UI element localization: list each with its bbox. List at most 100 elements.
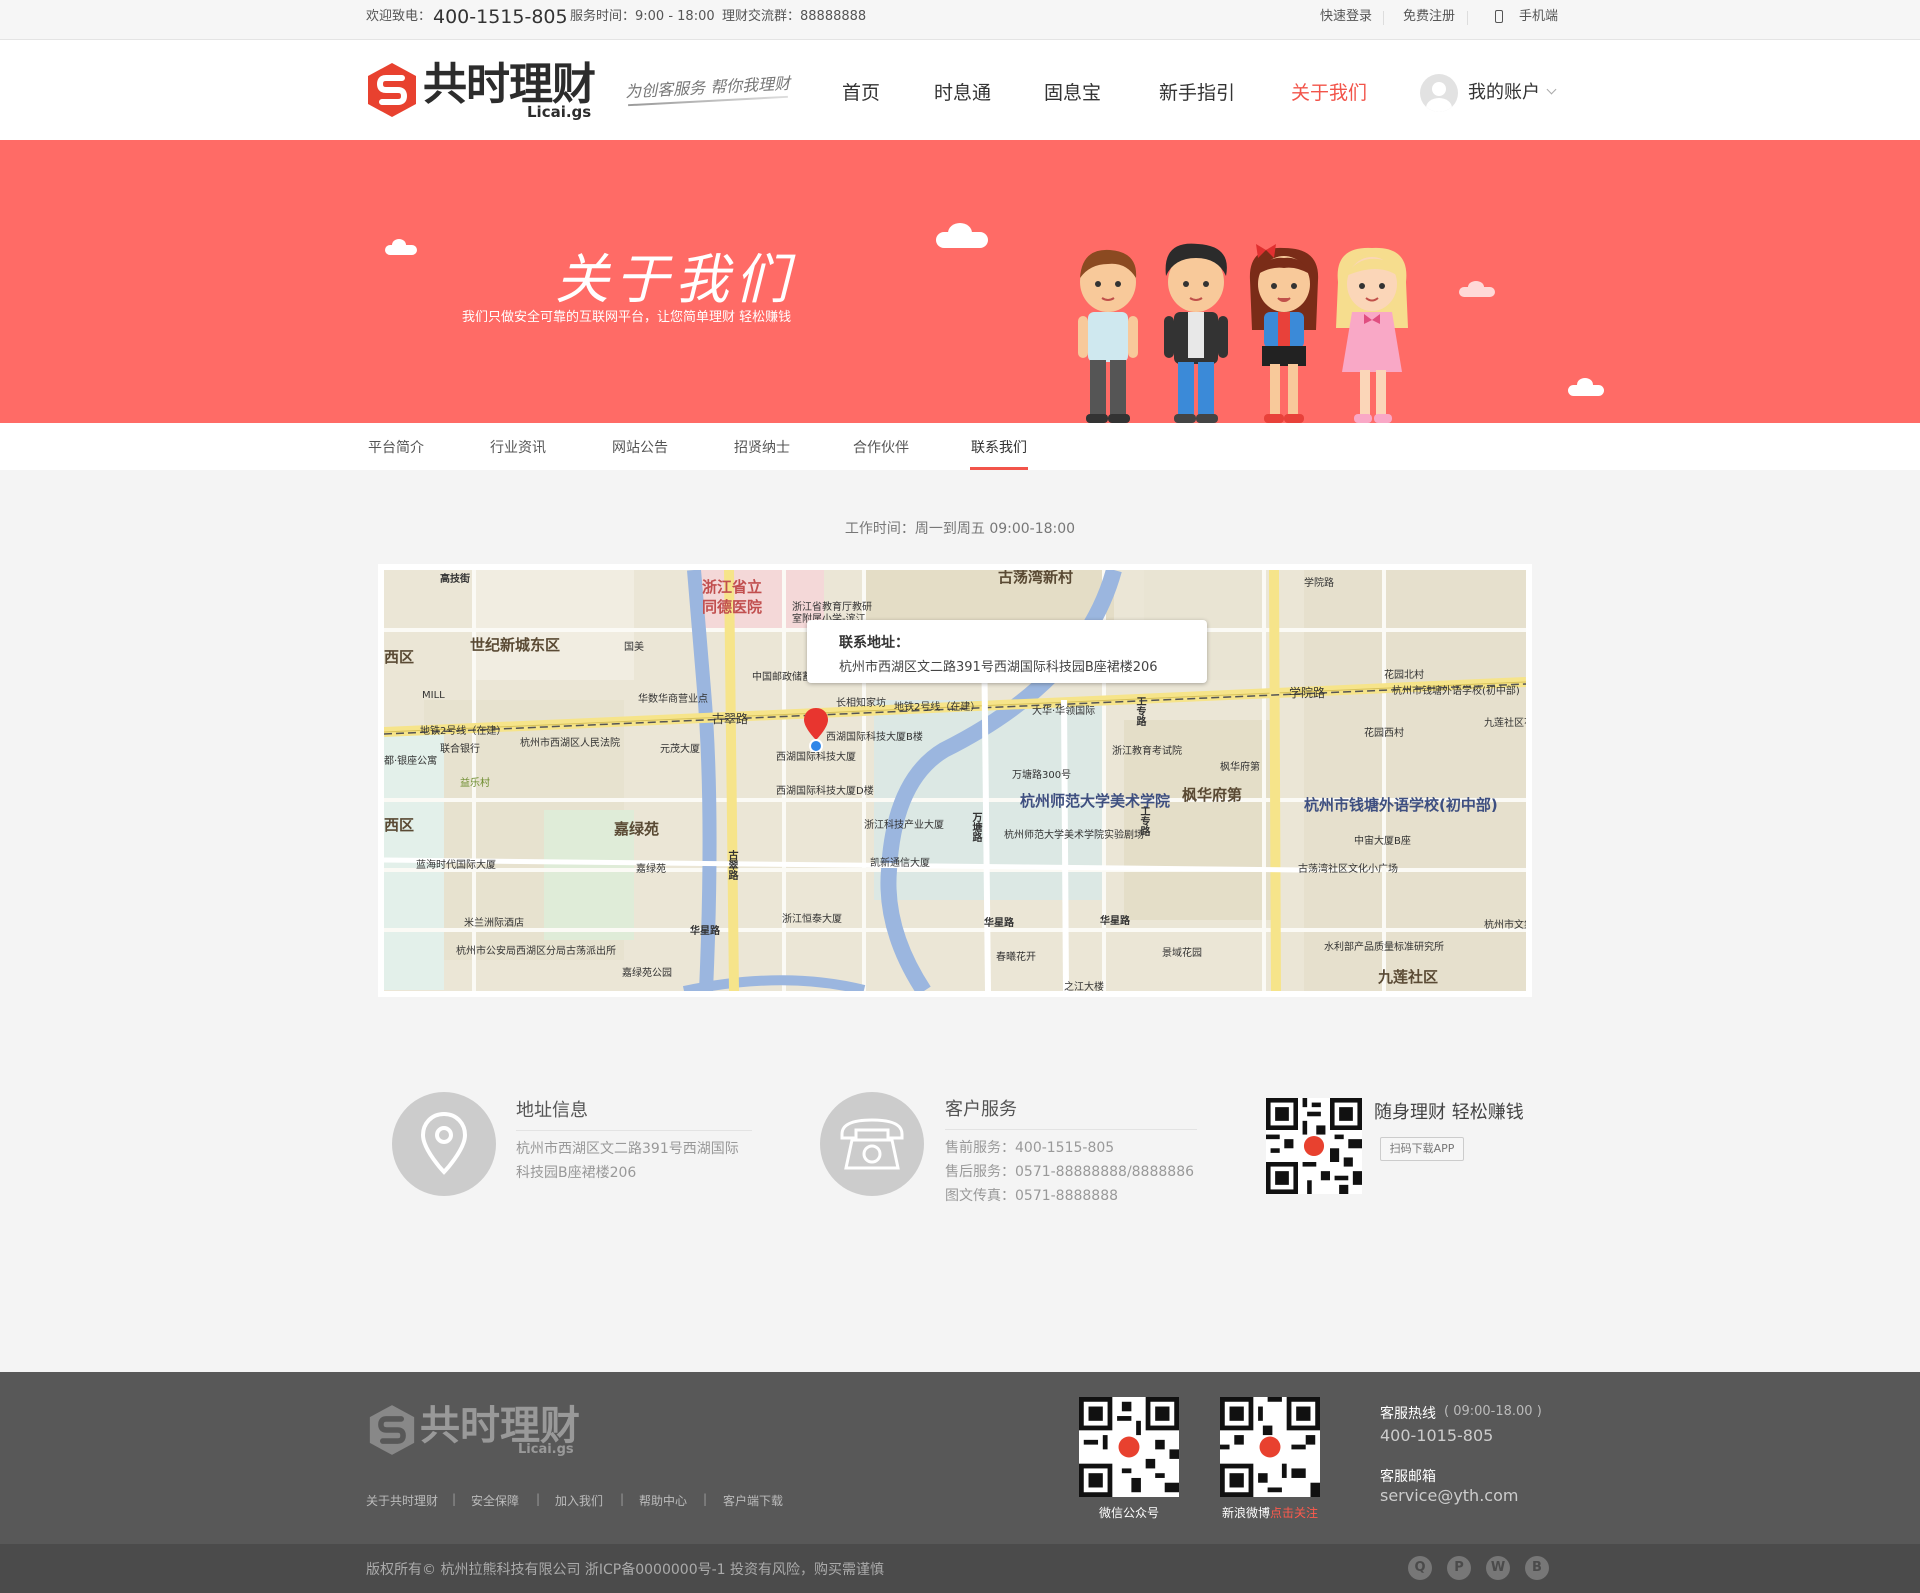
map-label: 枫华府第 [1220,762,1260,773]
map-label: 浙江省立 [702,578,763,596]
nav-about[interactable]: 关于我们 [1291,81,1367,105]
address-popup: 联系地址： 杭州市西湖区文二路391号西湖国际科技园B座裙楼206 [807,620,1207,683]
hotline-hours: ( 09:00-18.00 ) [1444,1404,1542,1419]
footer-bottom [0,1544,1920,1593]
email-label: 客服邮箱 [1380,1469,1436,1485]
banner: 关于我们 我们只做安全可靠的互联网平台，让您简单理财 轻松赚钱 [0,140,1920,423]
service-title: 客户服务 [945,1099,1017,1120]
banner-subtitle: 我们只做安全可靠的互联网平台，让您简单理财 轻松赚钱 [462,310,792,325]
nav-home[interactable]: 首页 [842,81,880,105]
qq-icon[interactable]: Q [1408,1556,1432,1580]
fax-number: 图文传真：0571-8888888 [945,1188,1119,1204]
cloud-icon [1468,281,1484,293]
pinterest-icon[interactable]: P [1447,1556,1471,1580]
active-tab-indicator [970,467,1028,470]
subnav-intro[interactable]: 平台简介 [368,437,424,457]
divider [516,1130,752,1131]
download-app-button[interactable]: 扫码下载APP [1380,1137,1464,1161]
map-marker-icon[interactable] [802,706,830,752]
divider: | [536,1492,541,1506]
map-label: 古翠路 [712,712,749,726]
map-label: 古翠路 [726,850,737,880]
nav-guide[interactable]: 新手指引 [1159,81,1235,105]
map-label: 长相知家坊 [836,698,886,709]
footer-link-help[interactable]: 帮助中心 [639,1492,687,1509]
my-account-link[interactable]: 我的账户 [1468,81,1540,105]
footer-logo-subtext: Licai.gs [518,1442,574,1457]
wechat-qr-code [1079,1397,1179,1497]
hotline-phone: 400-1515-805 [433,6,568,28]
nav-shixitong[interactable]: 时息通 [934,81,991,105]
wechat-label: 微信公众号 [1098,1506,1159,1520]
map-label: 元茂大厦 [660,744,700,755]
map-label: 凯新通信大厦 [870,858,930,869]
map[interactable]: 高技街 浙江省立 同德医院 浙江省教育厅教研 室附属小学-滨江 古荡湾新村 学院… [384,570,1526,991]
map-label: 学院路 [1289,686,1326,700]
footer-link-download[interactable]: 客户端下载 [723,1492,783,1509]
subnav-careers[interactable]: 招贤纳士 [734,437,790,457]
avatar[interactable] [1420,74,1458,112]
cloud-icon [1577,378,1593,391]
divider [1467,11,1468,25]
map-label: 杭州市公安局西湖区分局古荡派出所 [456,946,616,957]
map-label: 万塘路300号 [1012,770,1072,781]
map-label: 杭州市西湖区人民法院 [520,738,620,749]
footer-link-security[interactable]: 安全保障 [471,1492,519,1509]
register-link[interactable]: 免费注册 [1403,0,1455,34]
exchange-group: 理财交流群：88888888 [722,9,867,24]
map-label: 浙江教育考试院 [1112,746,1182,757]
map-label: 嘉绿苑 [614,820,660,838]
subnav-partners[interactable]: 合作伙伴 [853,437,909,457]
mobile-link[interactable]: 手机端 [1519,0,1558,34]
address-title: 地址信息 [516,1100,588,1121]
divider [945,1129,1197,1130]
logo-icon[interactable] [366,62,418,118]
map-label: 杭州市钱塘外语学校(初中部) [1392,686,1520,697]
map-label: 工专路 [1138,806,1149,836]
mobile-icon [1495,10,1503,23]
copyright: 版权所有© 杭州拉熊科技有限公司 浙ICP备0000000号-1 投资有风险，购… [366,1562,885,1578]
subnav-announcement[interactable]: 网站公告 [612,437,668,457]
presale-service: 售前服务：400-1515-805 [945,1140,1115,1156]
top-bar: 欢迎致电： 400-1515-805 服务时间：9:00 - 18:00 理财交… [0,0,1920,40]
footer-logo-icon[interactable] [368,1404,416,1456]
map-label: 华星路 [984,918,1014,929]
footer-link-about[interactable]: 关于共时理财 [366,1492,438,1509]
hotline-label: 客服热线 [1380,1406,1436,1422]
location-pin-icon [420,1111,468,1175]
weibo-follow-link[interactable]: 点击关注 [1270,1506,1318,1520]
map-label: 嘉绿苑 [636,864,666,875]
nav-guxibao[interactable]: 固息宝 [1044,81,1101,105]
telephone-icon [840,1118,904,1170]
weibo-icon[interactable]: B [1525,1556,1549,1580]
map-label: 杭州师范大学美术学院实验剧场 [1004,830,1144,841]
map-label: MILL [422,690,445,701]
app-slogan: 随身理财 轻松赚钱 [1374,1102,1524,1123]
footer-link-join[interactable]: 加入我们 [555,1492,603,1509]
subnav-contact[interactable]: 联系我们 [971,437,1027,457]
address-line-2: 科技园B座裙楼206 [516,1165,637,1181]
subnav-news[interactable]: 行业资讯 [490,437,546,457]
map-label: 杭州市钱塘外语学校(初中部) [1304,796,1498,814]
map-label: 世纪新城东区 [470,636,561,654]
quick-login-link[interactable]: 快速登录 [1320,0,1372,34]
map-label: 西湖国际科技大厦D楼 [776,786,874,797]
map-label: 西湖国际科技大厦B楼 [826,732,923,743]
footer-email[interactable]: service@yth.com [1380,1486,1518,1505]
wechat-icon[interactable]: W [1486,1556,1510,1580]
map-label: 学院路 [1304,578,1334,589]
map-label: 益乐村 [460,778,490,789]
map-label: 中宙大厦B座 [1354,836,1411,847]
map-label: 古荡湾新村 [998,570,1074,586]
map-label: 国美 [624,642,644,653]
map-label: 西区 [384,648,415,666]
map-label: 华数华商营业点 [638,694,708,705]
map-label: 大华·华领国际 [1032,706,1096,717]
divider [1383,11,1384,25]
cloud-icon [392,239,406,251]
map-label: 都·银座公寓 [384,756,438,767]
weibo-label: 新浪微博点击关注 [1220,1504,1320,1521]
map-label: 景域花园 [1162,948,1202,959]
map-label: 华星路 [1100,916,1130,927]
service-time: 服务时间：9:00 - 18:00 [570,9,715,24]
